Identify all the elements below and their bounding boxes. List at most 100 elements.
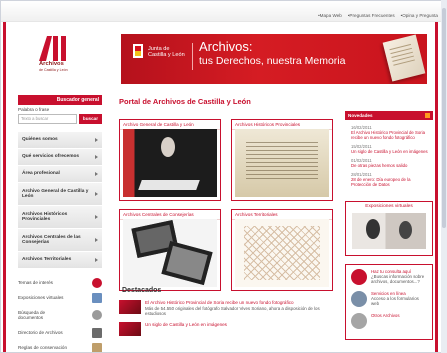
tool-busqueda[interactable]: Búsqueda de documentos: [18, 305, 102, 325]
archivos-logo-icon: [39, 36, 66, 61]
news-thumbnail: [119, 300, 141, 314]
novedades-title: Novedades: [348, 113, 373, 118]
tool-label: Directorio de Archivos: [18, 330, 63, 335]
contact-text: Haz tu consulta aquí ¿Buscas información …: [371, 269, 427, 285]
news-thumbnail: [119, 322, 141, 336]
menu-item-label: Archivo General de Castilla y León: [22, 188, 89, 199]
top-link-mapa-web[interactable]: •Mapa Web: [318, 13, 342, 18]
contact-text: Otros Archivos: [371, 313, 400, 329]
search-button[interactable]: buscar: [78, 114, 102, 124]
news-title[interactable]: Un siglo de Castilla y León en imágenes: [145, 322, 337, 327]
news-body: Un siglo de Castilla y León en imágenes: [145, 322, 337, 336]
magnifier-icon: [92, 310, 102, 320]
chevron-right-icon: [95, 192, 98, 196]
news-description: Más de 54.550 originales del fotógrafo S…: [145, 306, 320, 316]
menu-item-archivo-general[interactable]: Archivo General de Castilla y León: [18, 183, 102, 206]
chevron-right-icon: [95, 258, 98, 262]
menu-item-label: Quiénes somos: [22, 137, 58, 143]
card-image: [123, 129, 217, 197]
card-archivo-general[interactable]: Archivo General de Castilla y León: [119, 119, 221, 201]
banner-divider: [192, 43, 193, 70]
news-link[interactable]: 28 de enero: Día europeo de la Protecció…: [351, 177, 430, 187]
news-item[interactable]: El Archivo Histórico Provincial de Soria…: [119, 300, 337, 316]
tool-label: Reglas de conservación: [18, 345, 68, 350]
menu-item-territoriales[interactable]: Archivos Territoriales: [18, 252, 102, 269]
top-links: •Mapa Web •Preguntas Frecuentes •Opina y…: [318, 13, 438, 18]
menu-item-servicios[interactable]: Qué servicios ofrecemos: [18, 149, 102, 166]
exposiciones-box[interactable]: Exposiciones virtuales: [345, 201, 433, 256]
top-link-faq[interactable]: •Preguntas Frecuentes: [348, 13, 395, 18]
card-territoriales[interactable]: Archivos Territoriales: [231, 209, 333, 291]
card-image: [235, 219, 329, 287]
tool-temas-interes[interactable]: Temas de interés: [18, 275, 102, 290]
news-link[interactable]: De otras piezas hemos salido: [351, 163, 430, 168]
menu-item-area-profesional[interactable]: Área profesional: [18, 166, 102, 183]
search-input[interactable]: Texto a buscar: [18, 114, 77, 124]
banner-title: Archivos:: [199, 39, 253, 54]
junta-shield-icon: [133, 44, 143, 58]
archive-icon: [351, 313, 367, 329]
chevron-right-icon: [95, 138, 98, 142]
main-content: Portal de Archivos de Castilla y León Ar…: [119, 97, 337, 291]
list-item[interactable]: 28/01/2011 28 de enero: Día europeo de la…: [351, 172, 430, 187]
chevron-right-icon: [95, 155, 98, 159]
left-sidebar: Buscador general Palabra o frase Texto a…: [18, 95, 102, 352]
contact-title: Otros Archivos: [371, 313, 400, 318]
destacados-title: Destacados: [122, 287, 162, 294]
browser-scrollbar[interactable]: [441, 0, 447, 353]
contact-desc: ¿Buscas información sobre archivos, docu…: [371, 274, 425, 285]
book-icon: [92, 327, 102, 338]
logo-title: Archivos: [39, 61, 64, 67]
tools-list: Temas de interés Exposiciones virtuales …: [18, 275, 102, 352]
news-body: El Archivo Histórico Provincial de Soria…: [145, 300, 337, 316]
search-row: Texto a buscar buscar: [18, 114, 102, 124]
list-item[interactable]: 16/02/2011 El Archivo Histórico Provincia…: [351, 125, 430, 140]
main-menu: Quiénes somos Qué servicios ofrecemos Ár…: [18, 132, 102, 269]
document-icon: [92, 342, 102, 352]
header-banner: Junta de Castilla y León Archivos: tus D…: [121, 34, 427, 84]
site-logo[interactable]: Archivos de Castilla y León: [35, 36, 75, 78]
browser-page: •Mapa Web •Preguntas Frecuentes •Opina y…: [0, 0, 447, 353]
exposiciones-image: [352, 213, 426, 249]
menu-item-quienes-somos[interactable]: Quiénes somos: [18, 132, 102, 149]
card-image: [123, 219, 217, 287]
exclamation-icon: [92, 277, 102, 288]
junta-label: Junta de Castilla y León: [148, 46, 185, 59]
contact-consulta[interactable]: Haz tu consulta aquí ¿Buscas información …: [351, 269, 427, 285]
contact-otros-archivos[interactable]: Otros Archivos: [351, 313, 427, 329]
menu-item-label: Archivos Centrales de las Consejerías: [22, 234, 81, 245]
right-red-border: [435, 1, 438, 352]
tool-label: Exposiciones virtuales: [18, 295, 64, 300]
list-item[interactable]: 01/02/2011 De otras piezas hemos salido: [351, 158, 430, 168]
tool-directorio[interactable]: Directorio de Archivos: [18, 325, 102, 340]
menu-item-label: Archivos Históricos Provinciales: [22, 211, 68, 222]
news-title[interactable]: El Archivo Histórico Provincial de Soria…: [145, 300, 337, 305]
card-image: [235, 129, 329, 197]
news-item[interactable]: Un siglo de Castilla y León en imágenes: [119, 322, 337, 336]
menu-item-label: Área profesional: [22, 171, 60, 177]
contact-desc: Acceso a los formularios web: [371, 296, 419, 307]
news-link[interactable]: El Archivo Histórico Provincial de Soria…: [351, 130, 430, 140]
tool-exposiciones[interactable]: Exposiciones virtuales: [18, 290, 102, 305]
monitor-icon: [92, 292, 102, 303]
top-link-opina[interactable]: •Opina y Pregunta: [401, 13, 438, 18]
left-red-border: [3, 1, 6, 352]
tool-label: Búsqueda de documentos: [18, 310, 46, 320]
list-item[interactable]: 15/02/2011 Un siglo de Castilla y León en…: [351, 144, 430, 154]
chevron-right-icon: [95, 215, 98, 219]
rss-icon[interactable]: [425, 113, 430, 118]
card-centrales-consejerias[interactable]: Archivos Centrales de Consejerías: [119, 209, 221, 291]
card-historicos-provinciales[interactable]: Archivos Históricos Provinciales: [231, 119, 333, 201]
contact-servicios[interactable]: Servicios en línea Acceso a los formulari…: [351, 291, 427, 307]
banner-subtitle: tus Derechos, nuestra Memoria: [199, 55, 346, 67]
search-label: Palabra o frase: [18, 107, 50, 112]
tool-reglas[interactable]: Reglas de conservación: [18, 340, 102, 352]
computer-icon: [351, 291, 367, 307]
news-link[interactable]: Un siglo de Castilla y León en imágenes: [351, 149, 430, 154]
novedades-header: Novedades: [345, 111, 433, 120]
exposiciones-title: Exposiciones virtuales: [365, 204, 413, 209]
question-icon: [351, 269, 367, 285]
logo-subtitle: de Castilla y León: [39, 68, 68, 72]
menu-item-centrales-consejerias[interactable]: Archivos Centrales de las Consejerías: [18, 229, 102, 252]
menu-item-historicos-provinciales[interactable]: Archivos Históricos Provinciales: [18, 206, 102, 229]
